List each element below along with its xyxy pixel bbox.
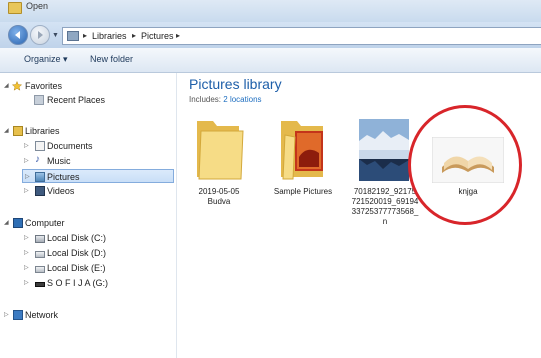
collapse-arrow-icon[interactable]: ▷ xyxy=(24,154,29,168)
sidebar-item-documents[interactable]: ▷ Documents xyxy=(0,139,176,153)
organize-button[interactable]: Organize ▾ xyxy=(24,54,68,65)
sidebar-item-label: Documents xyxy=(47,141,93,151)
sidebar-item-label: S O F I J A (G:) xyxy=(47,278,109,288)
breadcrumb-separator-icon[interactable]: ▸ xyxy=(132,31,136,40)
arrow-right-icon xyxy=(38,31,43,39)
drive-icon xyxy=(35,266,45,273)
sidebar-item-label: Network xyxy=(25,310,59,320)
collapse-arrow-icon[interactable]: ▷ xyxy=(24,276,29,290)
libraries-icon xyxy=(13,126,23,136)
usb-drive-icon xyxy=(35,282,45,287)
collapse-arrow-icon[interactable]: ▷ xyxy=(24,231,29,245)
library-icon xyxy=(67,31,79,41)
breadcrumb-separator-icon[interactable]: ▸ xyxy=(83,31,87,40)
folder-with-photos-icon xyxy=(281,121,323,180)
sidebar-item-music[interactable]: ▷ ♪ Music xyxy=(0,154,176,168)
breadcrumb-libraries[interactable]: Libraries xyxy=(92,31,127,41)
sidebar-item-label: Videos xyxy=(47,186,75,196)
sidebar-item-libraries[interactable]: ◢ Libraries xyxy=(0,124,176,138)
collapse-arrow-icon[interactable]: ▷ xyxy=(24,139,29,153)
collapse-arrow-icon[interactable]: ▷ xyxy=(24,184,29,198)
system-drive-icon xyxy=(35,235,45,243)
locations-link[interactable]: 2 locations xyxy=(223,95,261,104)
sidebar-item-label: Computer xyxy=(25,218,65,228)
recent-places-icon xyxy=(34,95,44,105)
sidebar-item-local-disk-d[interactable]: ▷ Local Disk (D:) xyxy=(0,246,176,260)
sidebar-item-label: Favorites xyxy=(25,81,63,91)
sidebar-item-computer[interactable]: ◢ Computer xyxy=(0,216,176,230)
documents-icon xyxy=(35,141,45,151)
sidebar-item-recent-places[interactable]: Recent Places xyxy=(0,93,176,107)
sidebar-item-label: Recent Places xyxy=(47,95,106,105)
window-title: Open xyxy=(26,1,49,11)
sidebar-item-label: Libraries xyxy=(25,126,60,136)
sidebar-item-network[interactable]: ▷ Network xyxy=(0,308,176,322)
file-item-label: 70182192_92175 721520019_69194 337253777… xyxy=(351,187,419,226)
collapse-arrow-icon[interactable]: ▷ xyxy=(4,308,9,322)
breadcrumb-pictures[interactable]: Pictures xyxy=(141,31,174,41)
arrow-left-icon xyxy=(15,31,20,39)
sidebar-item-videos[interactable]: ▷ Videos xyxy=(0,184,176,198)
pictures-icon xyxy=(35,172,45,182)
file-item-label: Sample Pictures xyxy=(273,187,333,196)
sidebar-item-local-disk-c[interactable]: ▷ Local Disk (C:) xyxy=(0,231,176,245)
star-icon xyxy=(12,81,22,91)
expand-arrow-icon[interactable]: ◢ xyxy=(4,216,9,230)
page-title: Pictures library xyxy=(189,76,282,92)
includes-label: Includes: xyxy=(189,95,222,104)
folder-icon xyxy=(8,2,22,14)
new-folder-button[interactable]: New folder xyxy=(90,54,133,64)
library-includes: Includes: 2 locations xyxy=(189,95,262,104)
sidebar-item-label: Pictures xyxy=(47,172,80,182)
sidebar-item-label: Music xyxy=(47,156,71,166)
sidebar-item-sofija-g[interactable]: ▷ S O F I J A (G:) xyxy=(0,276,176,290)
collapse-arrow-icon[interactable]: ▷ xyxy=(24,261,29,275)
collapse-arrow-icon[interactable]: ▷ xyxy=(25,170,30,184)
collapse-arrow-icon[interactable]: ▷ xyxy=(24,246,29,260)
music-note-icon: ♪ xyxy=(35,154,40,165)
breadcrumb-separator-icon[interactable]: ▸ xyxy=(176,31,180,40)
sidebar-item-label: Local Disk (E:) xyxy=(47,263,106,273)
sidebar-item-label: Local Disk (C:) xyxy=(47,233,107,243)
folder-icon xyxy=(197,121,244,180)
image-thumbnail-icon xyxy=(359,119,409,181)
sidebar-item-label: Local Disk (D:) xyxy=(47,248,107,258)
recent-pages-dropdown[interactable]: ▼ xyxy=(52,32,59,39)
address-bar[interactable]: ▸ Libraries ▸ Pictures ▸ xyxy=(62,27,541,45)
sidebar-item-local-disk-e[interactable]: ▷ Local Disk (E:) xyxy=(0,261,176,275)
back-button[interactable] xyxy=(8,25,28,45)
sidebar-item-pictures[interactable]: ▷ Pictures xyxy=(22,169,174,183)
toolbar: Organize ▾ New folder xyxy=(0,48,541,73)
highlight-circle xyxy=(408,105,522,225)
drive-icon xyxy=(35,251,45,258)
network-icon xyxy=(13,310,23,320)
title-bar: Open xyxy=(0,0,541,22)
expand-arrow-icon[interactable]: ◢ xyxy=(4,79,9,93)
navigation-pane: ◢ Favorites Recent Places ◢ Libraries ▷ … xyxy=(0,73,177,358)
computer-icon xyxy=(13,218,23,228)
file-item-label: 2019-05-05 Budva xyxy=(198,187,240,206)
expand-arrow-icon[interactable]: ◢ xyxy=(4,124,9,138)
film-strip-icon xyxy=(35,186,45,196)
sidebar-item-favorites[interactable]: ◢ Favorites xyxy=(0,79,176,93)
forward-button[interactable] xyxy=(30,25,50,45)
